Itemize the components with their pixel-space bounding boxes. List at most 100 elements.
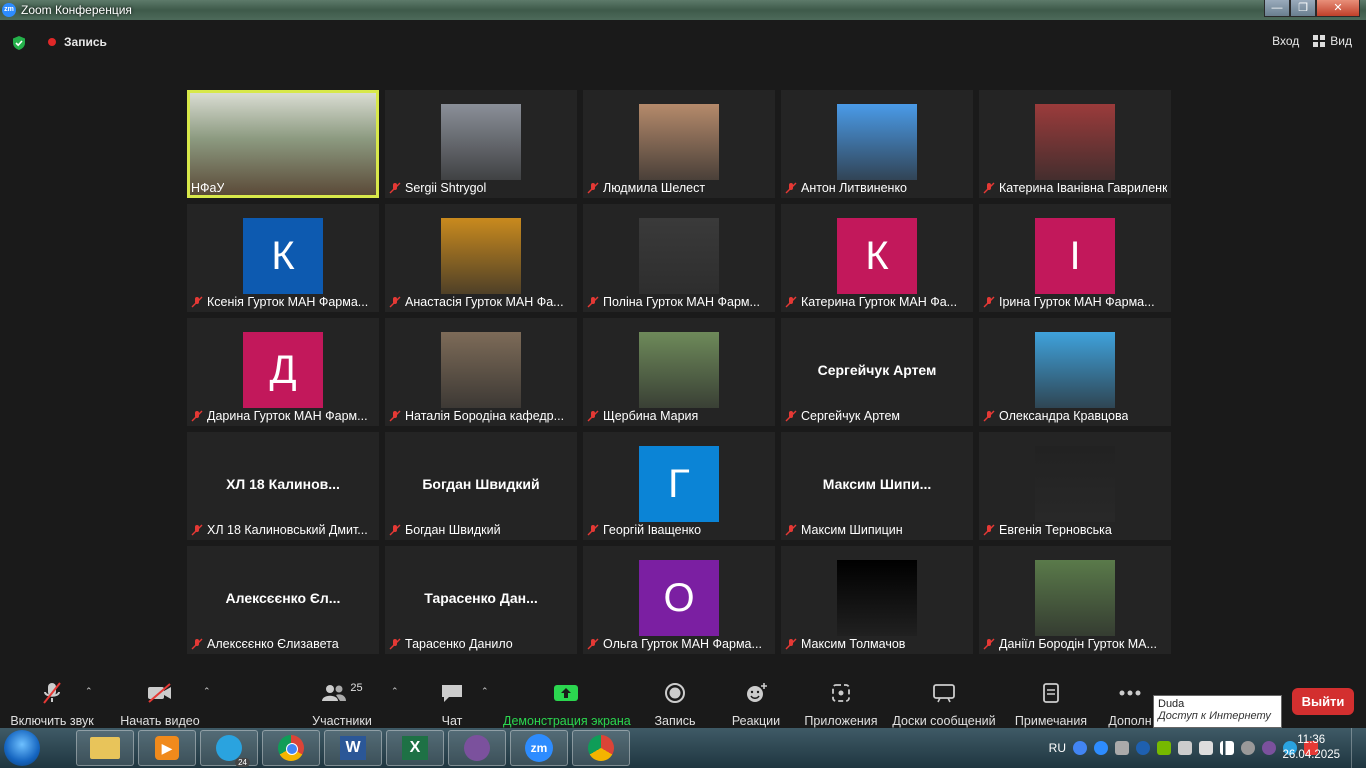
start-button[interactable]	[4, 730, 40, 766]
unmute-label: Включить звук	[10, 714, 94, 728]
taskbar-chrome[interactable]	[262, 730, 320, 766]
share-screen-button[interactable]: Демонстрация экрана	[503, 680, 631, 728]
participant-tile[interactable]: Сергейчук Артем Сергейчук Артем	[781, 318, 973, 426]
participant-tile[interactable]: ХЛ 18 Калинов... ХЛ 18 Калиновський Дмит.…	[187, 432, 379, 540]
participant-tile[interactable]: НФаУ	[187, 90, 379, 198]
word-icon: W	[340, 736, 366, 760]
video-camera-off-icon	[148, 683, 171, 703]
participant-name: Катерина Іванівна Гавриленко	[999, 181, 1167, 195]
audio-options-chevron-icon[interactable]: ⌃	[85, 686, 93, 697]
participant-name-caption: ХЛ 18 Калиновський Дмит...	[191, 522, 368, 538]
participant-tile[interactable]: Поліна Гурток МАН Фарм...	[583, 204, 775, 312]
start-video-button[interactable]: Начать видео	[120, 680, 200, 728]
tray-network-icon[interactable]	[1220, 741, 1234, 755]
taskbar-telegram[interactable]: 24	[200, 730, 258, 767]
participant-name-caption: Богдан Швидкий	[389, 522, 501, 538]
muted-microphone-icon	[587, 296, 599, 308]
more-button[interactable]: Дополн	[1108, 680, 1152, 728]
close-button[interactable]: ✕	[1316, 0, 1360, 17]
tray-viber-icon[interactable]	[1262, 741, 1276, 755]
taskbar-excel[interactable]: X	[386, 730, 444, 766]
participant-name-caption: Анастасія Гурток МАН Фа...	[389, 294, 564, 310]
participant-tile[interactable]: О Ольга Гурток МАН Фарма...	[583, 546, 775, 654]
participant-name: ХЛ 18 Калиновський Дмит...	[207, 523, 368, 537]
recording-label[interactable]: Запись	[64, 35, 107, 49]
participant-tile[interactable]: Алексєєнко Єл... Алексєєнко Єлизавета	[187, 546, 379, 654]
reactions-button[interactable]: Реакции	[730, 680, 782, 728]
whiteboards-label: Доски сообщений	[892, 714, 996, 728]
tray-nvidia-icon[interactable]	[1157, 741, 1171, 755]
chat-options-chevron-icon[interactable]: ⌃	[481, 686, 489, 697]
apps-button[interactable]: Приложения	[803, 680, 879, 728]
participants-button[interactable]: 25 Участники	[310, 680, 374, 728]
participant-tile[interactable]: Максим Толмачов	[781, 546, 973, 654]
participant-tile[interactable]: Анастасія Гурток МАН Фа...	[385, 204, 577, 312]
participants-count: 25	[350, 682, 363, 694]
participant-tile[interactable]: Евгенія Терновська	[979, 432, 1171, 540]
minimize-button[interactable]: —	[1264, 0, 1290, 17]
taskbar-word[interactable]: W	[324, 730, 382, 766]
participant-tile[interactable]: К Ксенія Гурток МАН Фарма...	[187, 204, 379, 312]
tray-zoom-icon[interactable]	[1094, 741, 1108, 755]
participant-tile[interactable]: І Ірина Гурток МАН Фарма...	[979, 204, 1171, 312]
maximize-button[interactable]: ❐	[1290, 0, 1316, 17]
view-button[interactable]: Вид	[1313, 34, 1352, 48]
notes-button[interactable]: Примечания	[1014, 680, 1088, 728]
chat-button[interactable]: Чат	[432, 680, 472, 728]
participant-tile[interactable]: К Катерина Гурток МАН Фа...	[781, 204, 973, 312]
participant-name: Даніїл Бородін Гурток МА...	[999, 637, 1157, 651]
participant-tile[interactable]: Людмила Шелест	[583, 90, 775, 198]
participant-name-caption: Максим Толмачов	[785, 636, 905, 652]
taskbar-clock[interactable]: 11:36 26.04.2025	[1282, 733, 1340, 763]
unmute-button[interactable]: Включить звук	[10, 680, 94, 728]
taskbar-media-player[interactable]: ▶	[138, 730, 196, 766]
muted-microphone-icon	[191, 638, 203, 650]
language-indicator[interactable]: RU	[1049, 741, 1066, 755]
participant-tile[interactable]: Даніїл Бородін Гурток МА...	[979, 546, 1171, 654]
show-desktop-button[interactable]	[1351, 728, 1366, 768]
chrome-profile-icon	[588, 735, 614, 761]
participant-tile[interactable]: Максим Шипи... Максим Шипицин	[781, 432, 973, 540]
participant-tile[interactable]: Антон Литвиненко	[781, 90, 973, 198]
participants-options-chevron-icon[interactable]: ⌃	[391, 686, 399, 697]
participant-name: Людмила Шелест	[603, 181, 706, 195]
participant-photo	[1035, 560, 1115, 636]
participant-name-caption: Людмила Шелест	[587, 180, 705, 196]
participant-tile[interactable]: Наталія Бородіна кафедр...	[385, 318, 577, 426]
tray-flag-icon[interactable]	[1178, 741, 1192, 755]
muted-microphone-icon	[191, 524, 203, 536]
participant-tile[interactable]: Олександра Кравцова	[979, 318, 1171, 426]
grid-view-icon	[1313, 35, 1326, 47]
taskbar-zoom[interactable]: zm	[510, 730, 568, 766]
tray-bluetooth-icon[interactable]	[1136, 741, 1150, 755]
participant-tile[interactable]: Sergii Shtrygol	[385, 90, 577, 198]
muted-microphone-icon	[785, 182, 797, 194]
whiteboards-button[interactable]: Доски сообщений	[892, 680, 996, 728]
participant-tile[interactable]: Тарасенко Дан... Тарасенко Данило	[385, 546, 577, 654]
security-shield-icon[interactable]	[11, 35, 27, 51]
participant-display-name: Алексєєнко Єл...	[225, 590, 341, 606]
taskbar-chrome-profile[interactable]	[572, 730, 630, 766]
exit-button[interactable]: Вход	[1272, 34, 1299, 48]
muted-microphone-icon	[389, 524, 401, 536]
video-options-chevron-icon[interactable]: ⌃	[203, 686, 211, 697]
participant-name: Ірина Гурток МАН Фарма...	[999, 295, 1155, 309]
participant-tile[interactable]: Щербина Мария	[583, 318, 775, 426]
tray-volume-icon[interactable]	[1199, 741, 1213, 755]
muted-microphone-icon	[587, 524, 599, 536]
tray-clipboard-icon[interactable]	[1115, 741, 1129, 755]
folder-icon	[90, 737, 120, 759]
record-button[interactable]: Запись	[652, 680, 698, 728]
taskbar-viber[interactable]	[448, 730, 506, 766]
tray-app-icon[interactable]	[1241, 741, 1255, 755]
participant-tile[interactable]: Катерина Іванівна Гавриленко	[979, 90, 1171, 198]
leave-button[interactable]: Выйти	[1292, 688, 1354, 715]
taskbar-explorer[interactable]	[76, 730, 134, 766]
participant-photo	[639, 218, 719, 294]
participant-name: Георгій Іващенко	[603, 523, 702, 537]
participant-tile[interactable]: Г Георгій Іващенко	[583, 432, 775, 540]
participant-tile[interactable]: Д Дарина Гурток МАН Фарм...	[187, 318, 379, 426]
tray-chrome-icon[interactable]	[1073, 741, 1087, 755]
participant-tile[interactable]: Богдан Швидкий Богдан Швидкий	[385, 432, 577, 540]
participant-name-caption: Тарасенко Данило	[389, 636, 513, 652]
